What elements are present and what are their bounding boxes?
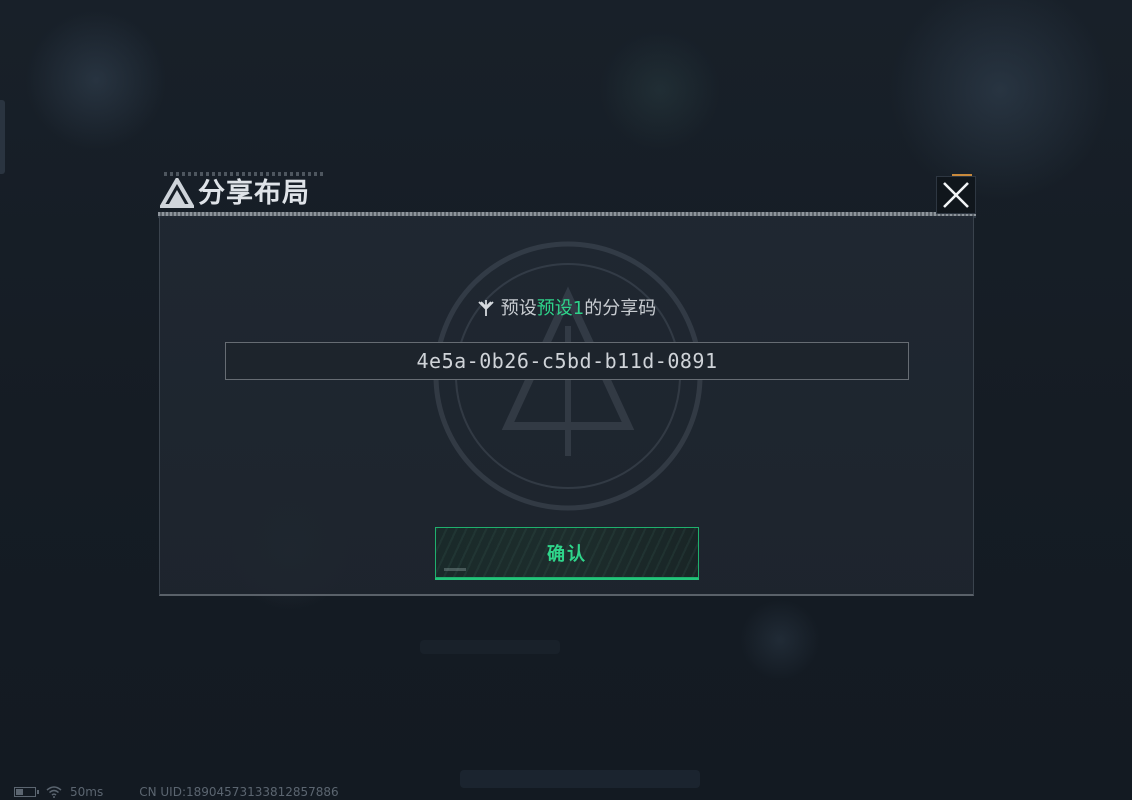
caption-suffix: 的分享码 <box>584 298 657 319</box>
wifi-icon <box>46 786 62 798</box>
uid-text: CN UID:18904573133812857886 <box>139 785 339 799</box>
dialog-title: 分享布局 <box>198 178 310 209</box>
dialog-title-bar: 分享布局 <box>158 172 976 220</box>
close-button[interactable] <box>936 176 976 214</box>
confirm-button[interactable]: 确认 <box>435 527 699 580</box>
caption-prefix: 预设 <box>500 298 537 319</box>
triangle-logo-icon <box>160 178 194 208</box>
share-code-field[interactable]: 4e5a-0b26-c5bd-b11d-0891 <box>225 342 909 380</box>
emblem-icon <box>478 300 494 316</box>
ping-text: 50ms <box>70 785 104 799</box>
preset-name: 预设1 <box>536 298 585 319</box>
confirm-label: 确认 <box>547 543 587 565</box>
battery-icon <box>14 787 39 797</box>
button-decoration <box>444 568 466 571</box>
side-tab <box>0 100 5 174</box>
status-bar: 50ms CN UID:18904573133812857886 <box>14 784 339 800</box>
background-bar <box>420 640 560 654</box>
close-icon <box>943 182 969 208</box>
background-bar <box>460 770 700 788</box>
share-code-caption: 预设预设1的分享码 <box>160 296 973 322</box>
share-layout-dialog: 预设预设1的分享码 4e5a-0b26-c5bd-b11d-0891 确认 <box>159 216 974 596</box>
